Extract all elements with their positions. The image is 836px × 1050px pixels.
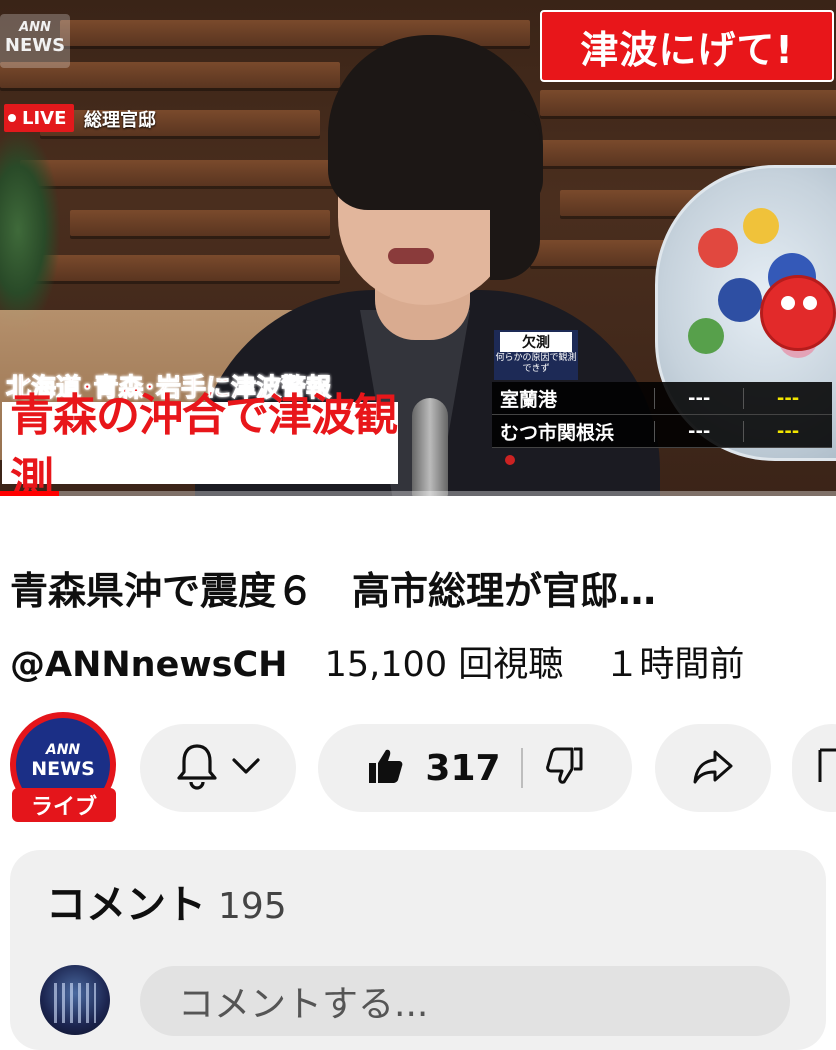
ann-news-logo: ANN NEWS — [0, 14, 70, 68]
chevron-down-icon — [231, 756, 261, 780]
upload-age: １時間前 — [604, 645, 745, 685]
video-progress-fill — [0, 491, 59, 496]
avatar-logo-small: ANN — [45, 742, 81, 758]
like-dislike-group: 317 — [318, 724, 632, 812]
observation-status-note: 何らかの原因で観測できず — [495, 353, 577, 374]
view-count: 15,100 回視聴 — [324, 645, 564, 685]
microphone — [412, 398, 448, 496]
share-button[interactable] — [655, 724, 771, 812]
share-icon — [691, 746, 735, 790]
comments-section[interactable]: コメント 195 コメントする... — [10, 850, 826, 1050]
like-count: 317 — [425, 747, 501, 789]
observation-value: --- — [654, 420, 743, 442]
thumbs-down-icon — [545, 746, 585, 790]
like-button[interactable]: 317 — [365, 746, 520, 790]
avatar-logo-large: NEWS — [31, 758, 95, 780]
lapel-pin — [505, 455, 515, 465]
video-player[interactable]: ANN NEWS LIVE 総理官邸 津波にげて! 北海道･青森･岩手に津波警報… — [0, 0, 836, 496]
headline-main: 青森の沖合で津波観測 — [2, 390, 398, 496]
channel-handle[interactable]: @ANNnewsCH — [10, 645, 287, 685]
bell-icon — [175, 742, 219, 794]
logo-large-text: NEWS — [4, 35, 66, 56]
video-progress-bar[interactable] — [0, 491, 836, 496]
dislike-button[interactable] — [523, 746, 585, 790]
notification-button[interactable] — [140, 724, 296, 812]
logo-small-text: ANN — [19, 20, 51, 35]
video-title[interactable]: 青森県沖で震度６ 高市総理が官邸… — [10, 560, 800, 615]
observation-location: むつ市関根浜 — [500, 421, 615, 444]
observation-table: 室蘭港 --- --- むつ市関根浜 --- --- — [492, 382, 832, 448]
observation-value: --- — [743, 387, 832, 409]
comments-header: コメント 195 — [46, 872, 287, 930]
broadcast-location: 総理官邸 — [84, 110, 156, 131]
mascot-figure — [760, 275, 836, 351]
observation-row: 室蘭港 --- --- — [492, 382, 832, 415]
observation-value: --- — [743, 420, 832, 442]
observation-value: --- — [654, 387, 743, 409]
live-label: LIVE — [22, 107, 67, 129]
plant-decoration — [0, 130, 60, 330]
live-badge: LIVE — [4, 104, 75, 132]
comments-count: 195 — [218, 886, 287, 927]
tsunami-alert-banner: 津波にげて! — [540, 10, 834, 82]
observation-status-title: 欠測 — [500, 332, 572, 352]
observation-status-tag: 欠測 何らかの原因で観測できず — [494, 330, 578, 380]
save-button[interactable] — [792, 724, 836, 812]
speaker-mouth — [388, 248, 434, 264]
save-icon — [816, 746, 836, 790]
live-dot-icon — [8, 114, 16, 122]
live-now-badge: ライブ — [12, 788, 116, 822]
observation-location: 室蘭港 — [500, 388, 558, 411]
video-meta: @ANNnewsCH 15,100 回視聴 １時間前 — [10, 636, 744, 687]
add-comment-field[interactable]: コメントする... — [140, 966, 790, 1036]
speaker-hair-side — [490, 110, 540, 280]
comments-label: コメント — [46, 882, 206, 928]
thumbs-up-icon — [365, 746, 405, 790]
observation-row: むつ市関根浜 --- --- — [492, 415, 832, 448]
user-avatar — [40, 965, 110, 1035]
